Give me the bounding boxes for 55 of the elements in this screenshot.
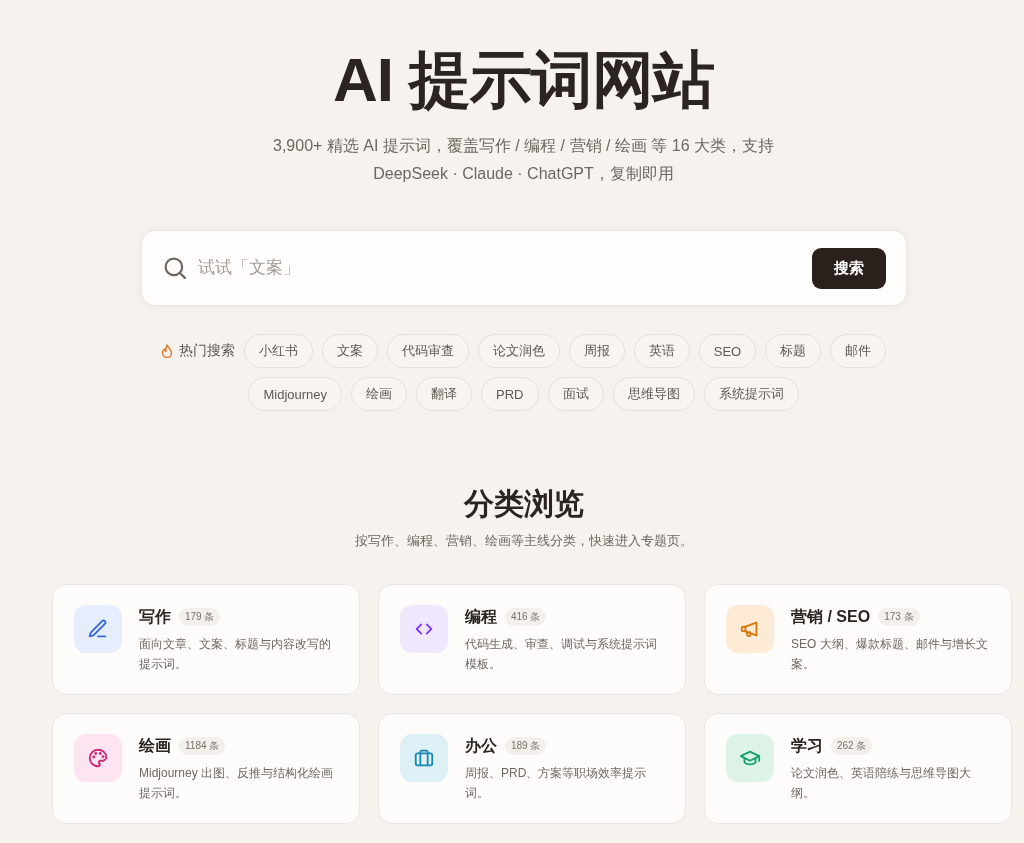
- count-badge: 173 条: [878, 608, 920, 626]
- category-description: 面向文章、文案、标题与内容改写的提示词。: [139, 636, 332, 673]
- count-badge: 262 条: [831, 737, 873, 755]
- graduation-cap-icon: [726, 734, 774, 782]
- hot-search-chip[interactable]: 系统提示词: [703, 377, 799, 411]
- hot-search-chip[interactable]: 代码审查: [386, 334, 469, 368]
- hot-search-chip[interactable]: 英语: [633, 334, 690, 368]
- category-description: 代码生成、审查、调试与系统提示词模板。: [465, 636, 658, 673]
- count-badge: 1184 条: [179, 737, 226, 755]
- category-card[interactable]: 学习 262 条 论文润色、英语陪练与思维导图大纲。: [704, 713, 1012, 824]
- category-description: 周报、PRD、方案等职场效率提示词。: [465, 765, 648, 802]
- search-icon: [163, 257, 186, 279]
- page-subtitle: 3,900+ 精选 AI 提示词，覆盖写作 / 编程 / 营销 / 绘画 等 16 大类，支持 DeepSeek · Claude · ChatGPT，复制即用: [272, 136, 775, 184]
- pen-icon: [74, 605, 122, 653]
- hot-search-chip[interactable]: 文案: [321, 334, 378, 368]
- flame-icon: [160, 344, 173, 358]
- hot-search-chip[interactable]: 绘画: [351, 377, 408, 411]
- hot-search-chip[interactable]: 翻译: [416, 377, 473, 411]
- hot-search-chip[interactable]: 小红书: [243, 334, 313, 368]
- category-card[interactable]: 办公 189 条 周报、PRD、方案等职场效率提示词。: [378, 713, 686, 824]
- hot-search-chip[interactable]: 面试: [547, 377, 604, 411]
- hot-search-chip[interactable]: SEO: [698, 334, 757, 368]
- category-title: 编程: [465, 606, 497, 627]
- category-card[interactable]: 营销 / SEO 173 条 SEO 大纲、爆款标题、邮件与增长文案。: [704, 584, 1012, 695]
- section-title: 分类浏览: [463, 486, 584, 522]
- category-title: 营销 / SEO: [791, 606, 871, 627]
- briefcase-icon: [400, 734, 448, 782]
- search-button[interactable]: 搜索: [811, 247, 886, 289]
- category-title: 绘画: [139, 735, 171, 756]
- megaphone-icon: [726, 605, 774, 653]
- category-description: 论文润色、英语陪练与思维导图大纲。: [791, 765, 972, 802]
- hot-search-chip[interactable]: 周报: [568, 334, 625, 368]
- hot-search-chip[interactable]: Midjourney: [248, 377, 343, 411]
- code-icon: [400, 605, 448, 653]
- category-description: Midjourney 出图、反推与结构化绘画提示词。: [139, 765, 335, 802]
- hot-search-chip[interactable]: 论文润色: [477, 334, 560, 368]
- search-field[interactable]: 试试「文案」 搜索: [140, 230, 907, 306]
- hot-search-chip[interactable]: 标题: [765, 334, 822, 368]
- category-description: SEO 大纲、爆款标题、邮件与增长文案。: [791, 636, 989, 673]
- count-badge: 179 条: [179, 608, 221, 626]
- palette-icon: [74, 734, 122, 782]
- category-card[interactable]: 编程 416 条 代码生成、审查、调试与系统提示词模板。: [378, 584, 686, 695]
- count-badge: 189 条: [505, 737, 547, 755]
- hot-search-label: 热门搜索: [178, 342, 235, 360]
- page-title: AI 提示词网站: [332, 44, 715, 116]
- section-subtitle: 按写作、编程、营销、绘画等主线分类，快速进入专题页。: [354, 532, 693, 550]
- hot-search-chip[interactable]: PRD: [481, 377, 539, 411]
- hot-search-chip[interactable]: 邮件: [830, 334, 887, 368]
- count-badge: 416 条: [505, 608, 547, 626]
- category-title: 写作: [139, 606, 171, 627]
- category-title: 办公: [465, 735, 497, 756]
- hot-search-chip[interactable]: 思维导图: [612, 377, 695, 411]
- category-title: 学习: [791, 735, 823, 756]
- category-card[interactable]: 绘画 1184 条 Midjourney 出图、反推与结构化绘画提示词。: [52, 713, 360, 824]
- category-card[interactable]: 写作 179 条 面向文章、文案、标题与内容改写的提示词。: [52, 584, 360, 695]
